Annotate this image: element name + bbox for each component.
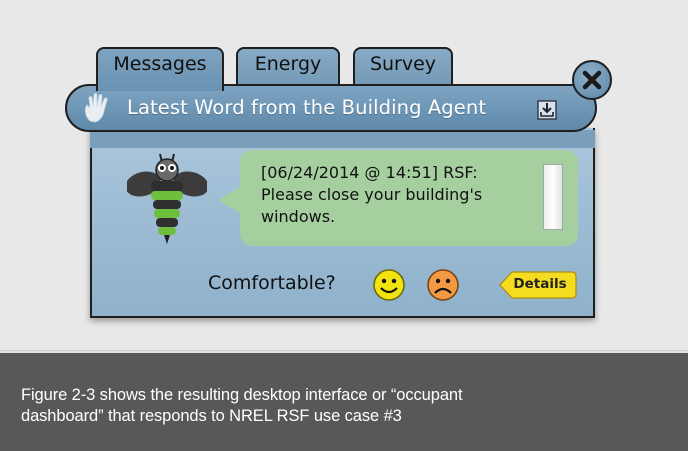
download-icon[interactable] xyxy=(537,100,557,120)
comfortable-prompt: Comfortable? xyxy=(208,272,336,294)
hand-icon xyxy=(84,93,108,123)
close-button[interactable] xyxy=(572,60,612,100)
figure-frame: Messages Energy Survey Latest Word from … xyxy=(0,0,688,451)
bubble-tail xyxy=(218,186,242,214)
sad-face-icon[interactable] xyxy=(426,268,460,302)
message-bubble: [06/24/2014 @ 14:51] RSF: Please close y… xyxy=(240,150,578,246)
message-line: Please close your building's xyxy=(261,185,483,204)
figure-caption: Figure 2-3 shows the resulting desktop i… xyxy=(21,385,661,427)
panel-divider xyxy=(90,130,595,148)
header-bar: Latest Word from the Building Agent xyxy=(65,84,597,132)
caption-line: dashboard” that responds to NREL RSF use… xyxy=(21,407,402,425)
message-text: [06/24/2014 @ 14:51] RSF: Please close y… xyxy=(261,162,521,228)
message-scrollbar[interactable] xyxy=(543,164,563,230)
happy-face-icon[interactable] xyxy=(372,268,406,302)
header-title: Latest Word from the Building Agent xyxy=(127,96,487,119)
tab-energy[interactable]: Energy xyxy=(236,47,340,87)
message-line: [06/24/2014 @ 14:51] RSF: xyxy=(261,163,478,182)
tab-survey[interactable]: Survey xyxy=(353,47,453,87)
details-label[interactable]: Details xyxy=(506,276,574,292)
tab-messages[interactable]: Messages xyxy=(96,47,224,91)
close-icon xyxy=(582,70,602,90)
caption-line: Figure 2-3 shows the resulting desktop i… xyxy=(21,386,463,404)
message-line: windows. xyxy=(261,207,336,226)
bee-agent-icon xyxy=(127,153,207,244)
